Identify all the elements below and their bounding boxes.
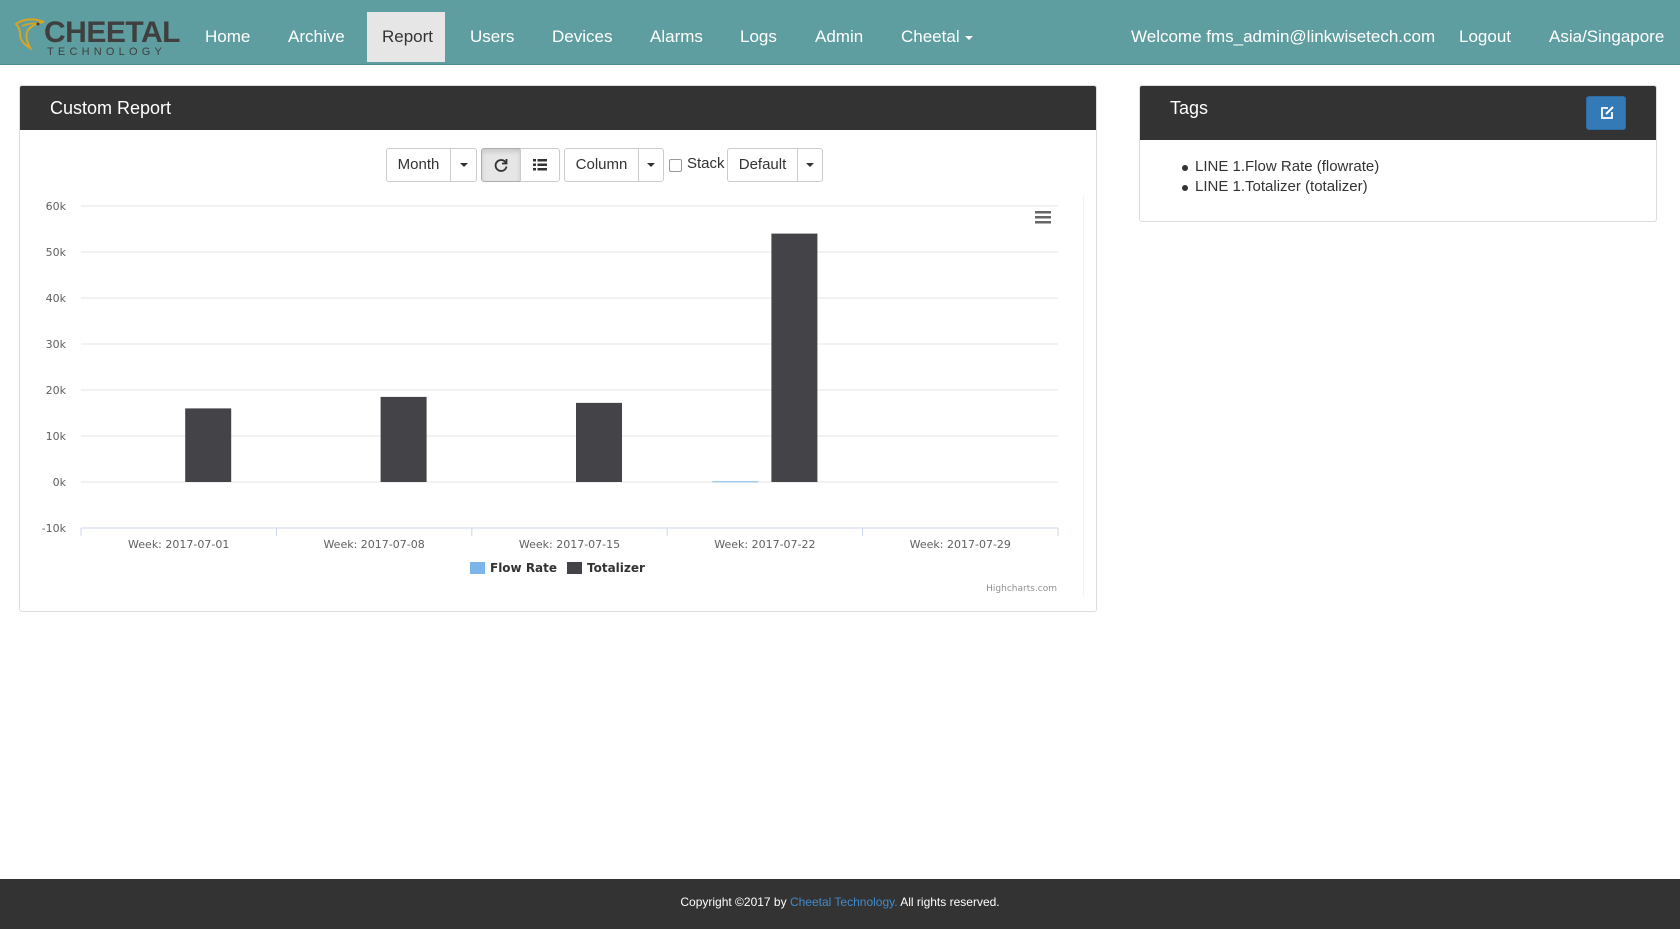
nav-archive[interactable]: Archive xyxy=(288,12,345,62)
table-view-button[interactable] xyxy=(520,148,560,182)
y-tick-label: 20k xyxy=(46,384,67,397)
edit-icon xyxy=(1601,106,1614,119)
caret-down-icon xyxy=(647,163,655,168)
stack-checkbox[interactable] xyxy=(669,159,682,172)
tags-list: LINE 1.Flow Rate (flowrate) LINE 1.Total… xyxy=(1180,157,1379,197)
nav-report[interactable]: Report xyxy=(367,12,445,62)
theme-select-button[interactable]: Default xyxy=(727,148,798,182)
tag-item: LINE 1.Totalizer (totalizer) xyxy=(1180,177,1379,197)
report-chart: 60k 50k 40k 30k 20k 10k 0k -10k Week: 2017-07-0… xyxy=(20,190,1085,596)
legend-label[interactable]: Totalizer xyxy=(587,561,645,575)
legend-swatch[interactable] xyxy=(470,562,485,574)
y-tick-label: -10k xyxy=(42,522,67,535)
brand-logo[interactable]: CHEETAL TECHNOLOGY xyxy=(14,14,180,58)
nav-alarms[interactable]: Alarms xyxy=(650,12,703,62)
chevron-down-icon xyxy=(964,35,973,40)
y-tick-label: 0k xyxy=(53,476,67,489)
y-tick-label: 10k xyxy=(46,430,67,443)
nav-home[interactable]: Home xyxy=(205,12,250,62)
timezone-link[interactable]: Asia/Singapore xyxy=(1549,12,1664,62)
y-tick-label: 30k xyxy=(46,338,67,351)
theme-dropdown-button[interactable] xyxy=(797,148,823,182)
refresh-button[interactable] xyxy=(481,148,521,182)
tags-panel: Tags xyxy=(1139,85,1657,222)
stack-label: Stack xyxy=(687,155,725,172)
tags-heading: Tags xyxy=(1140,86,1656,140)
footer: Copyright ©2017 by Cheetal Technology. A… xyxy=(0,879,1680,929)
chart-bar[interactable] xyxy=(380,396,427,482)
nav-admin[interactable]: Admin xyxy=(815,12,863,62)
x-tick-label: Week: 2017-07-15 xyxy=(519,538,620,551)
welcome-text: Welcome fms_admin@linkwisetech.com xyxy=(1131,27,1436,46)
chart-bar[interactable] xyxy=(576,402,622,482)
y-tick-label: 40k xyxy=(46,292,67,305)
caret-down-icon xyxy=(459,163,468,168)
edit-tags-button[interactable] xyxy=(1586,96,1626,130)
legend-label[interactable]: Flow Rate xyxy=(490,561,557,575)
tags-title: Tags xyxy=(1170,98,1209,118)
top-navbar: CHEETAL TECHNOLOGY Home Archive Report U… xyxy=(0,0,1680,65)
y-tick-label: 60k xyxy=(46,200,67,213)
nav-users[interactable]: Users xyxy=(470,12,514,62)
x-tick-label: Week: 2017-07-22 xyxy=(714,538,815,551)
brand-tagline: TECHNOLOGY xyxy=(47,46,167,58)
list-icon xyxy=(533,159,547,171)
x-tick-label: Week: 2017-07-08 xyxy=(323,538,424,551)
custom-report-heading: Custom Report xyxy=(20,86,1096,130)
chart-canvas: 60k 50k 40k 30k 20k 10k 0k -10k Week: 2017-07-0… xyxy=(42,196,1085,596)
chart-type-dropdown-button[interactable] xyxy=(638,148,664,182)
footer-company-link[interactable]: Cheetal Technology. xyxy=(790,895,898,909)
nav-logs[interactable]: Logs xyxy=(740,12,777,62)
x-tick-label: Week: 2017-07-29 xyxy=(910,538,1011,551)
period-dropdown-button[interactable] xyxy=(450,148,477,182)
chart-bar[interactable] xyxy=(185,408,232,482)
y-tick-label: 50k xyxy=(46,246,67,259)
refresh-icon xyxy=(494,159,508,172)
period-select-button[interactable]: Month xyxy=(386,148,451,182)
nav-devices[interactable]: Devices xyxy=(552,12,612,62)
chart-bar[interactable] xyxy=(771,233,818,482)
chart-credits[interactable]: Highcharts.com xyxy=(986,584,1057,594)
brand-name: CHEETAL xyxy=(44,16,180,49)
caret-down-icon xyxy=(806,163,814,168)
nav-cheetal-dropdown[interactable]: Cheetal xyxy=(901,12,973,62)
footer-copyright-suffix: All rights reserved. xyxy=(897,895,1000,909)
chart-context-menu-icon[interactable] xyxy=(1035,211,1051,224)
chart-type-select-button[interactable]: Column xyxy=(564,148,639,182)
tag-item: LINE 1.Flow Rate (flowrate) xyxy=(1180,157,1379,177)
legend-swatch[interactable] xyxy=(567,562,582,574)
logout-link[interactable]: Logout xyxy=(1459,12,1511,62)
nav-cheetal-label: Cheetal xyxy=(901,27,960,46)
x-tick-label: Week: 2017-07-01 xyxy=(128,538,229,551)
custom-report-title: Custom Report xyxy=(50,98,172,118)
footer-copyright-prefix: Copyright ©2017 by xyxy=(680,895,790,909)
chart-bar[interactable] xyxy=(712,481,759,483)
